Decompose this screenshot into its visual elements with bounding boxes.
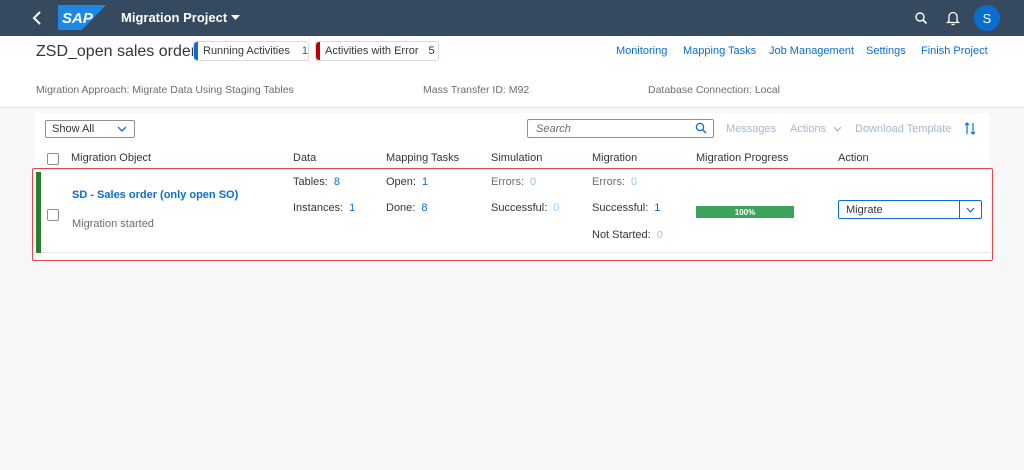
back-arrow-icon[interactable] bbox=[30, 9, 46, 27]
download-template-button[interactable]: Download Template bbox=[855, 123, 951, 135]
col-migration-object: Migration Object bbox=[71, 152, 152, 164]
col-simulation: Simulation bbox=[491, 152, 543, 164]
mig-errors-label: Errors: bbox=[592, 176, 625, 188]
mass-transfer-info: Mass Transfer ID: M92 bbox=[423, 84, 530, 96]
tables-value[interactable]: 8 bbox=[334, 176, 340, 188]
activities-with-error-badge[interactable]: Activities with Error 5 bbox=[315, 41, 439, 61]
page-header: ZSD_open sales order Running Activities … bbox=[0, 36, 1024, 108]
actions-menu-button[interactable]: Actions bbox=[790, 123, 842, 135]
nav-mapping-tasks[interactable]: Mapping Tasks bbox=[683, 45, 756, 57]
chevron-down-icon bbox=[117, 126, 127, 132]
instances-value[interactable]: 1 bbox=[349, 202, 355, 214]
page-title: ZSD_open sales order bbox=[36, 43, 197, 60]
simulation-errors: Errors: 0 bbox=[491, 176, 536, 188]
col-action: Action bbox=[838, 152, 869, 164]
sort-icon[interactable] bbox=[964, 122, 976, 135]
col-migration: Migration bbox=[592, 152, 638, 164]
tables-label: Tables: bbox=[293, 176, 328, 188]
simulation-successful: Successful: 0 bbox=[491, 202, 559, 214]
instances-label: Instances: bbox=[293, 202, 344, 214]
sim-errors-label: Errors: bbox=[491, 176, 524, 188]
caret-down-icon bbox=[231, 14, 241, 20]
open-label: Open: bbox=[386, 176, 416, 188]
done-value[interactable]: 8 bbox=[421, 202, 427, 214]
notifications-bell-icon[interactable] bbox=[945, 10, 961, 26]
nav-job-management[interactable]: Job Management bbox=[769, 45, 854, 57]
sap-logo[interactable]: SAP bbox=[58, 5, 106, 30]
sim-successful-value: 0 bbox=[553, 202, 560, 214]
mig-errors-value: 0 bbox=[631, 176, 638, 188]
action-dropdown-toggle[interactable] bbox=[959, 201, 981, 218]
row-status-indicator bbox=[36, 172, 41, 253]
data-instances: Instances: 1 bbox=[293, 202, 355, 214]
select-all-checkbox[interactable] bbox=[47, 153, 59, 165]
nav-settings[interactable]: Settings bbox=[866, 45, 906, 57]
nav-monitoring[interactable]: Monitoring bbox=[616, 45, 667, 57]
data-tables: Tables: 8 bbox=[293, 176, 340, 188]
action-migrate-select[interactable]: Migrate bbox=[838, 200, 982, 219]
col-mapping-tasks: Mapping Tasks bbox=[386, 152, 460, 164]
chevron-down-icon bbox=[833, 126, 842, 132]
running-activities-badge[interactable]: Running Activities 1 bbox=[193, 41, 309, 61]
user-avatar[interactable]: S bbox=[974, 5, 1000, 31]
col-data: Data bbox=[293, 152, 317, 164]
migration-object-link[interactable]: SD - Sales order (only open SO) bbox=[72, 189, 238, 201]
done-label: Done: bbox=[386, 202, 416, 214]
app-title-text: Migration Project bbox=[121, 10, 228, 25]
search-icon[interactable] bbox=[695, 122, 707, 134]
activities-with-error-count: 5 bbox=[428, 45, 435, 57]
show-filter-value: Show All bbox=[52, 123, 95, 135]
sim-errors-value: 0 bbox=[530, 176, 537, 188]
running-activities-count: 1 bbox=[301, 45, 308, 57]
row-checkbox[interactable] bbox=[47, 209, 59, 221]
sap-logo-text: SAP bbox=[62, 10, 94, 27]
migration-progress-bar: 100% bbox=[696, 206, 794, 218]
mapping-open: Open: 1 bbox=[386, 176, 428, 188]
actions-label: Actions bbox=[790, 123, 827, 135]
app-title-menu[interactable]: Migration Project bbox=[121, 10, 241, 25]
migration-progress-label: 100% bbox=[734, 207, 756, 217]
action-value: Migrate bbox=[846, 203, 883, 216]
sim-successful-label: Successful: bbox=[491, 202, 548, 214]
migration-object-status: Migration started bbox=[72, 218, 154, 230]
col-migration-progress: Migration Progress bbox=[696, 152, 789, 164]
migration-approach-info: Migration Approach: Migrate Data Using S… bbox=[36, 84, 294, 96]
open-value[interactable]: 1 bbox=[422, 176, 428, 188]
mig-not-started-label: Not Started: bbox=[592, 229, 651, 241]
search-icon[interactable] bbox=[914, 11, 928, 25]
row-divider bbox=[41, 252, 990, 253]
activities-with-error-label: Activities with Error bbox=[325, 45, 419, 57]
nav-finish-project[interactable]: Finish Project bbox=[921, 45, 988, 57]
mig-successful-value[interactable]: 1 bbox=[654, 202, 660, 214]
migration-errors: Errors: 0 bbox=[592, 176, 637, 188]
running-activities-label: Running Activities bbox=[203, 45, 290, 57]
migration-not-started: Not Started: 0 bbox=[592, 229, 663, 241]
search-input[interactable]: Search bbox=[527, 119, 714, 138]
mig-not-started-value: 0 bbox=[656, 229, 663, 241]
search-placeholder: Search bbox=[536, 122, 571, 135]
show-filter-select[interactable]: Show All bbox=[45, 120, 135, 138]
migration-successful: Successful: 1 bbox=[592, 202, 660, 214]
shell-bar: SAP Migration Project S bbox=[0, 0, 1024, 36]
mapping-done: Done: 8 bbox=[386, 202, 427, 214]
mig-successful-label: Successful: bbox=[592, 202, 649, 214]
database-connection-info: Database Connection: Local bbox=[648, 84, 780, 96]
messages-button[interactable]: Messages bbox=[726, 123, 776, 135]
chevron-down-icon bbox=[966, 207, 975, 213]
